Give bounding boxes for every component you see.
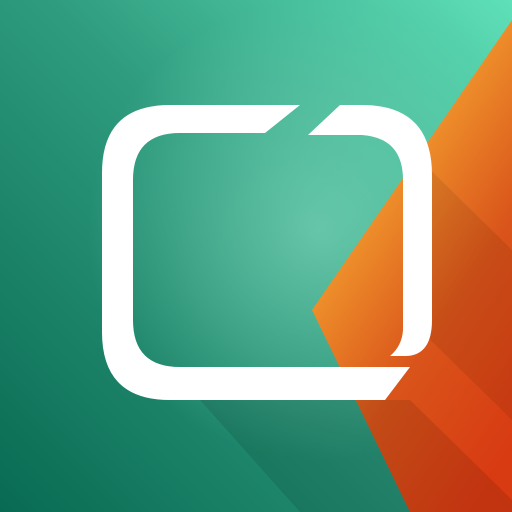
app-icon-svg xyxy=(0,0,512,512)
app-icon xyxy=(0,0,512,512)
